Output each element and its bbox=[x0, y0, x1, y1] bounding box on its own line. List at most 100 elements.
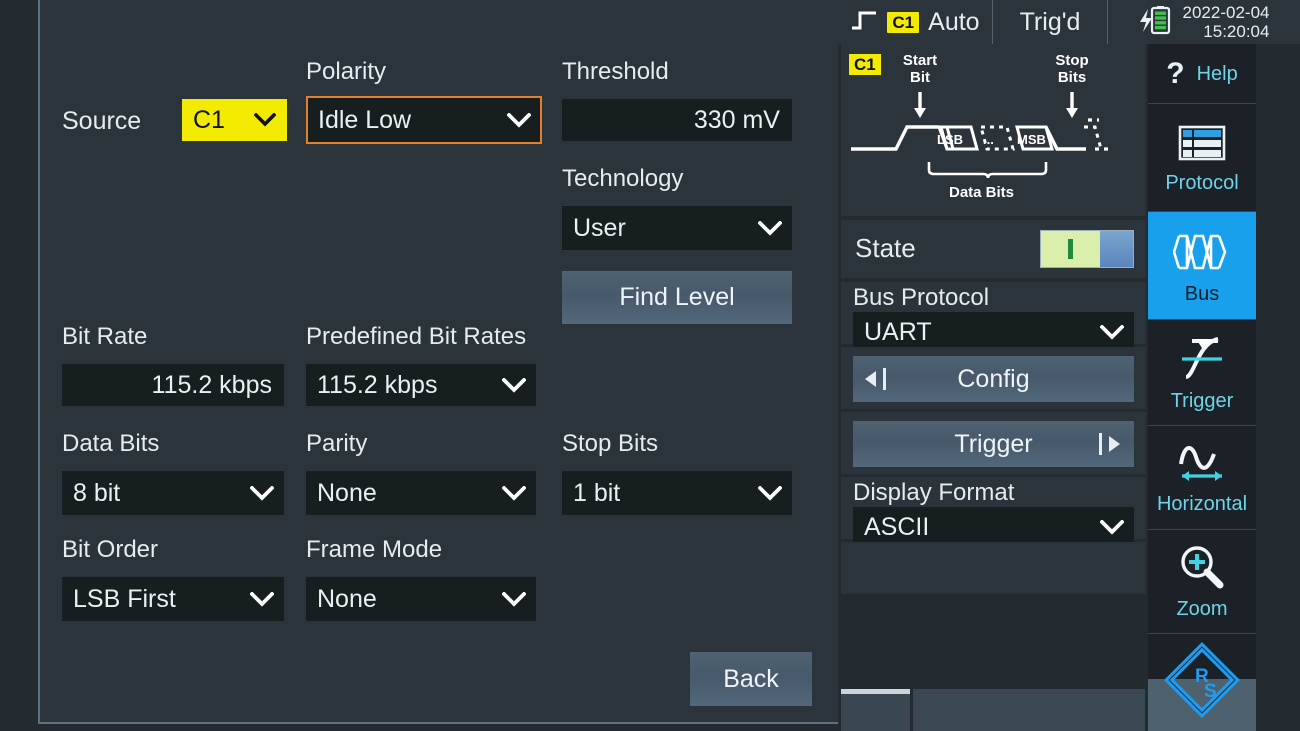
source-select[interactable]: C1 bbox=[182, 99, 287, 141]
bit-order-value: LSB First bbox=[73, 585, 249, 614]
threshold-label: Threshold bbox=[562, 58, 669, 86]
chevron-down-icon bbox=[757, 472, 783, 514]
question-mark-icon: ? bbox=[1166, 59, 1184, 89]
toolbar-label-horizontal: Horizontal bbox=[1157, 493, 1247, 515]
state-label: State bbox=[855, 233, 916, 264]
toolbar-item-horizontal[interactable]: Horizontal bbox=[1148, 426, 1256, 530]
threshold-value: 330 mV bbox=[694, 106, 780, 135]
date-label: 2022-02-04 bbox=[1183, 3, 1270, 22]
back-label: Back bbox=[723, 665, 779, 694]
data-bits-diagram-label: Data Bits bbox=[949, 184, 1014, 201]
bit-rate-input[interactable]: 115.2 kbps bbox=[62, 364, 284, 406]
config-row: Config bbox=[841, 347, 1146, 409]
bottom-active-tab[interactable] bbox=[841, 689, 910, 731]
bit-rate-label: Bit Rate bbox=[62, 323, 147, 351]
trigger-state-label: Trig'd bbox=[1020, 8, 1081, 37]
chevron-down-icon bbox=[757, 207, 783, 249]
battery-charging-icon bbox=[1137, 5, 1173, 40]
msb-label: MSB bbox=[1017, 131, 1046, 148]
uart-bus-config-dialog: Source C1 Polarity Idle Low Threshold 33… bbox=[38, 0, 838, 724]
data-ellipsis-label: ... bbox=[983, 131, 994, 148]
back-button[interactable]: Back bbox=[690, 652, 812, 706]
toolbar-item-help[interactable]: ? Help bbox=[1148, 44, 1256, 104]
bit-order-label: Bit Order bbox=[62, 536, 158, 564]
toolbar-item-bus[interactable]: Bus bbox=[1148, 212, 1256, 320]
parity-label: Parity bbox=[306, 430, 367, 458]
threshold-input[interactable]: 330 mV bbox=[562, 99, 792, 141]
toolbar-item-zoom[interactable]: Zoom bbox=[1148, 530, 1256, 634]
config-label: Config bbox=[957, 365, 1029, 394]
toolbar-item-protocol[interactable]: Protocol bbox=[1148, 104, 1256, 212]
find-level-button[interactable]: Find Level bbox=[562, 271, 792, 324]
display-format-select[interactable]: ASCII bbox=[853, 507, 1134, 547]
bus-protocol-select[interactable]: UART bbox=[853, 312, 1134, 352]
stop-bits-select[interactable]: 1 bit bbox=[562, 471, 792, 515]
predefined-bit-rates-select[interactable]: 115.2 kbps bbox=[306, 364, 536, 406]
bus-protocol-row: Bus Protocol UART bbox=[841, 282, 1146, 344]
battery-time-cell[interactable]: 2022-02-04 15:20:04 bbox=[1108, 0, 1298, 44]
trigger-button[interactable]: Trigger bbox=[853, 421, 1134, 467]
channel-badge: C1 bbox=[887, 12, 919, 33]
toolbar-item-logo[interactable]: R S bbox=[1148, 634, 1256, 731]
data-bits-select[interactable]: 8 bit bbox=[62, 471, 284, 515]
nav-right-icon bbox=[1099, 433, 1120, 455]
protocol-table-icon bbox=[1176, 121, 1228, 170]
find-level-label: Find Level bbox=[619, 283, 734, 312]
nav-left-icon bbox=[865, 368, 886, 390]
chevron-down-icon bbox=[249, 578, 275, 620]
bottom-tab-area[interactable] bbox=[913, 689, 1145, 731]
parity-select[interactable]: None bbox=[306, 471, 536, 515]
trigger-row: Trigger bbox=[841, 412, 1146, 474]
toolbar-label-bus: Bus bbox=[1185, 283, 1219, 305]
polarity-value: Idle Low bbox=[318, 106, 506, 135]
chevron-down-icon bbox=[1099, 508, 1125, 546]
technology-select[interactable]: User bbox=[562, 206, 792, 250]
timestamp: 2022-02-04 15:20:04 bbox=[1183, 3, 1270, 41]
toolbar-label-help: Help bbox=[1197, 63, 1238, 85]
magnifier-plus-icon bbox=[1176, 543, 1228, 596]
data-bits-label: Data Bits bbox=[62, 430, 159, 458]
polarity-label: Polarity bbox=[306, 58, 386, 86]
stop-bits-value: 1 bit bbox=[573, 479, 757, 508]
toggle-switch-icon bbox=[1041, 231, 1100, 267]
acquisition-mode-label: Auto bbox=[928, 8, 979, 37]
trigger-state-cell[interactable]: Trig'd bbox=[993, 0, 1108, 44]
toolbar-label-protocol: Protocol bbox=[1165, 172, 1238, 194]
status-bar: C1 Auto Trig'd 2022-02-04 15:20:04 bbox=[838, 0, 1300, 44]
bit-order-select[interactable]: LSB First bbox=[62, 577, 284, 621]
oscilloscope-screen: Source C1 Polarity Idle Low Threshold 33… bbox=[0, 0, 1300, 731]
parity-value: None bbox=[317, 479, 501, 508]
state-toggle[interactable] bbox=[1040, 230, 1134, 268]
display-format-value: ASCII bbox=[864, 513, 1099, 542]
vertical-toolbar: ? Help Protocol bbox=[1148, 44, 1256, 731]
chevron-down-icon bbox=[506, 98, 532, 142]
polarity-select[interactable]: Idle Low bbox=[306, 96, 542, 144]
chevron-down-icon bbox=[501, 365, 527, 405]
bottom-tab-bar bbox=[838, 686, 1148, 731]
bus-protocol-label: Bus Protocol bbox=[853, 284, 989, 312]
rising-edge-icon bbox=[850, 8, 878, 37]
chevron-down-icon bbox=[501, 578, 527, 620]
chevron-down-icon bbox=[1099, 313, 1125, 351]
technology-value: User bbox=[573, 214, 757, 243]
config-button[interactable]: Config bbox=[853, 356, 1134, 402]
svg-text:S: S bbox=[1204, 681, 1217, 702]
chevron-down-icon bbox=[501, 472, 527, 514]
frame-mode-label: Frame Mode bbox=[306, 536, 442, 564]
source-label: Source bbox=[62, 106, 141, 136]
bus-side-panel: C1 Start Bit Stop Bits bbox=[838, 44, 1148, 731]
acquisition-mode-cell[interactable]: C1 Auto bbox=[838, 0, 993, 44]
toolbar-item-trigger[interactable]: Trigger bbox=[1148, 320, 1256, 426]
toggle-track bbox=[1100, 231, 1133, 267]
bit-rate-value: 115.2 kbps bbox=[152, 371, 272, 400]
state-row: State bbox=[841, 220, 1146, 278]
horizontal-wave-icon bbox=[1174, 440, 1230, 493]
time-label: 15:20:04 bbox=[1183, 22, 1270, 41]
bus-protocol-value: UART bbox=[864, 318, 1099, 347]
chevron-down-icon bbox=[252, 100, 278, 140]
technology-label: Technology bbox=[562, 165, 683, 193]
predefined-bit-rates-label: Predefined Bit Rates bbox=[306, 323, 526, 351]
toolbar-label-zoom: Zoom bbox=[1176, 598, 1227, 620]
trigger-button-label: Trigger bbox=[954, 430, 1032, 459]
frame-mode-select[interactable]: None bbox=[306, 577, 536, 621]
